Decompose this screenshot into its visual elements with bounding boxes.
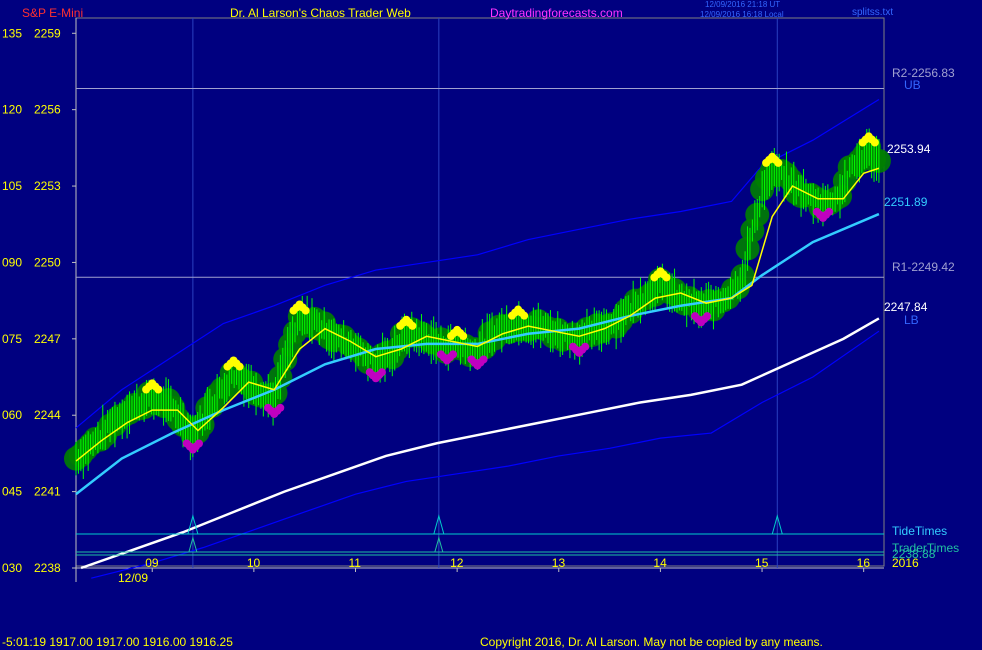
y-tick-label-right: 2259 [34,26,61,40]
x-tick-label: 16 [857,556,871,570]
x-tick-label: 09 [145,556,159,570]
y-tick-label-right: 2256 [34,103,61,117]
peak-dot [301,306,310,315]
pivot-r1-label: R1-2249.42 [892,260,955,274]
peak-dot [459,332,468,341]
trough-dot [276,403,285,412]
y-tick-label-right: 2238 [34,561,61,575]
file-name: splitss.txt [852,7,893,18]
instrument-title: S&P E-Mini [22,6,83,20]
trough-dot [703,312,712,321]
upper-band-label: UB [904,78,921,92]
last-price-label: 2253.94 [887,142,931,156]
y-tick-label-left: 105 [2,179,22,193]
y-tick-label-right: 2250 [34,255,61,269]
lower-band-label: LB [904,313,919,327]
mid-ema-label: 2251.89 [884,195,928,209]
x-tick-label: 10 [247,556,261,570]
trough-dot [581,342,590,351]
x-tick-label: 14 [653,556,667,570]
trough-dot [479,355,488,364]
y-tick-label-left: 030 [2,561,22,575]
tide-times-label: TideTimes [892,524,947,538]
y-tick-label-left: 090 [2,255,22,269]
peak-dot [235,362,244,371]
y-tick-label-right: 2247 [34,332,61,346]
y-tick-label-left: 075 [2,332,22,346]
x-tick-label: 12 [450,556,464,570]
trough-dot [194,439,203,448]
peak-dot [662,273,671,282]
peak-dot [408,321,417,330]
y-tick-label-left: 120 [2,103,22,117]
year-label: 2016 [892,556,919,570]
slow-ema-label: 2247.84 [884,300,928,314]
y-tick-label-left: 060 [2,408,22,422]
site-link[interactable]: Daytradingforecasts.com [490,6,623,20]
peak-dot [154,385,163,394]
peak-dot [520,311,529,320]
y-tick-label-right: 2244 [34,408,61,422]
pivot-r2-label: R2-2256.83 [892,66,955,80]
copyright: Copyright 2016, Dr. Al Larson. May not b… [480,635,823,649]
x-tick-label: 11 [348,556,361,570]
plot-frame [75,17,885,567]
y-tick-label-left: 045 [2,485,22,499]
y-axis-ticks: 135 2259 120 2256 105 2253 090 2250 075 2247 060 22… [2,26,76,575]
y-tick-label-left: 135 [2,26,22,40]
timestamp-ut: 12/09/2016 21:18 UT [705,0,780,9]
lower-band-line [91,330,880,579]
chart-canvas: 135 2259 120 2256 105 2253 090 2250 075 2247 060 22… [2,0,959,649]
status-line: -5:01:19 1917.00 1917.00 1916.00 1916.25 [2,635,233,649]
y-tick-label-right: 2253 [34,179,61,193]
trough-dot [825,207,834,216]
date-label: 12/09 [118,571,148,585]
x-tick-label: 13 [552,556,566,570]
trough-dot [449,350,458,359]
x-tick-label: 15 [755,556,769,570]
x-axis-ticks: 09 10 11 12 13 14 15 16 [75,556,871,582]
site-title: Dr. Al Larson's Chaos Trader Web [230,6,411,20]
timestamp-local: 12/09/2016 16:18 Local [700,10,784,19]
peak-dot [870,138,879,147]
trough-dot [377,368,386,377]
peak-dot [774,158,783,167]
y-tick-label-right: 2241 [34,485,61,499]
